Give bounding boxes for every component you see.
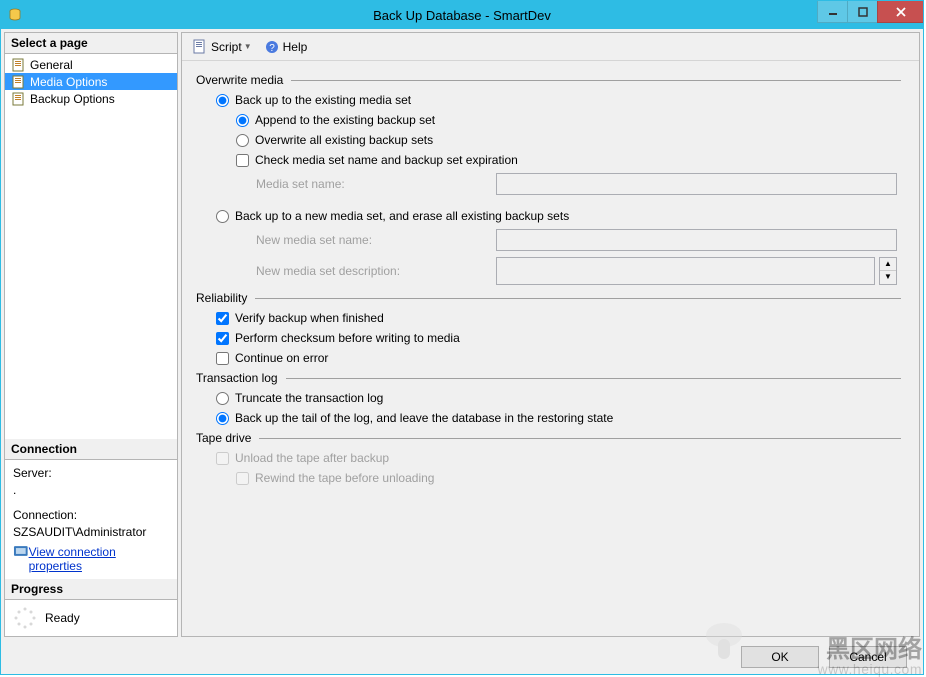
new-media-desc-input	[496, 257, 875, 285]
window-title: Back Up Database - SmartDev	[1, 8, 923, 23]
view-connection-properties-link[interactable]: View connection properties	[29, 545, 169, 573]
tape-drive-group: Tape drive	[196, 431, 257, 445]
chevron-down-icon: ▼	[244, 42, 252, 51]
server-value: .	[13, 483, 169, 497]
unload-tape-checkbox	[216, 452, 229, 465]
continue-on-error-label: Continue on error	[235, 351, 328, 365]
truncate-label: Truncate the transaction log	[235, 391, 383, 405]
checksum-checkbox[interactable]	[216, 332, 229, 345]
backup-tail-label: Back up the tail of the log, and leave t…	[235, 411, 613, 425]
progress-header: Progress	[5, 579, 177, 600]
connection-header: Connection	[5, 439, 177, 460]
script-icon	[192, 39, 208, 55]
sidebar-page-backup-options[interactable]: Backup Options	[5, 90, 177, 107]
backup-existing-radio[interactable]	[216, 94, 229, 107]
script-button[interactable]: Script ▼	[188, 37, 256, 57]
properties-icon	[13, 543, 29, 559]
append-label: Append to the existing backup set	[255, 113, 435, 127]
sidebar-page-label: General	[30, 58, 73, 72]
sidebar-page-media-options[interactable]: Media Options	[5, 73, 177, 90]
script-label: Script	[211, 40, 242, 54]
help-label: Help	[283, 40, 308, 54]
sidebar-page-label: Backup Options	[30, 92, 115, 106]
close-button[interactable]	[877, 1, 923, 23]
media-set-name-label: Media set name:	[256, 177, 496, 191]
new-media-set-label: Back up to a new media set, and erase al…	[235, 209, 569, 223]
backup-tail-radio[interactable]	[216, 412, 229, 425]
svg-text:?: ?	[269, 43, 275, 54]
verify-checkbox[interactable]	[216, 312, 229, 325]
help-icon: ?	[264, 39, 280, 55]
unload-tape-label: Unload the tape after backup	[235, 451, 389, 465]
rewind-tape-checkbox	[236, 472, 249, 485]
chevron-down-icon[interactable]: ▼	[880, 271, 896, 284]
transaction-log-group: Transaction log	[196, 371, 284, 385]
new-media-name-input	[496, 229, 897, 251]
reliability-group: Reliability	[196, 291, 253, 305]
chevron-up-icon[interactable]: ▲	[880, 258, 896, 271]
spinner-icon	[13, 606, 37, 630]
help-button[interactable]: ? Help	[260, 37, 312, 57]
page-icon	[11, 74, 27, 90]
connection-value: SZSAUDIT\Administrator	[13, 525, 169, 539]
overwrite-all-radio[interactable]	[236, 134, 249, 147]
minimize-button[interactable]	[817, 1, 847, 23]
check-media-checkbox[interactable]	[236, 154, 249, 167]
sidebar-page-general[interactable]: General	[5, 56, 177, 73]
truncate-radio[interactable]	[216, 392, 229, 405]
check-media-label: Check media set name and backup set expi…	[255, 153, 518, 167]
new-media-name-label: New media set name:	[256, 233, 496, 247]
server-label: Server:	[13, 466, 169, 480]
media-set-name-input	[496, 173, 897, 195]
continue-on-error-checkbox[interactable]	[216, 352, 229, 365]
backup-existing-label: Back up to the existing media set	[235, 93, 411, 107]
cancel-button[interactable]: Cancel	[829, 646, 907, 668]
maximize-button[interactable]	[847, 1, 877, 23]
connection-label: Connection:	[13, 508, 169, 522]
select-a-page-header: Select a page	[5, 33, 177, 54]
rewind-tape-label: Rewind the tape before unloading	[255, 471, 434, 485]
overwrite-media-group: Overwrite media	[196, 73, 289, 87]
new-media-set-radio[interactable]	[216, 210, 229, 223]
new-media-desc-label: New media set description:	[256, 264, 496, 278]
progress-status: Ready	[45, 611, 80, 625]
verify-label: Verify backup when finished	[235, 311, 384, 325]
ok-button[interactable]: OK	[741, 646, 819, 668]
sidebar-page-label: Media Options	[30, 75, 107, 89]
overwrite-all-label: Overwrite all existing backup sets	[255, 133, 433, 147]
checksum-label: Perform checksum before writing to media	[235, 331, 460, 345]
page-icon	[11, 91, 27, 107]
page-icon	[11, 57, 27, 73]
append-radio[interactable]	[236, 114, 249, 127]
